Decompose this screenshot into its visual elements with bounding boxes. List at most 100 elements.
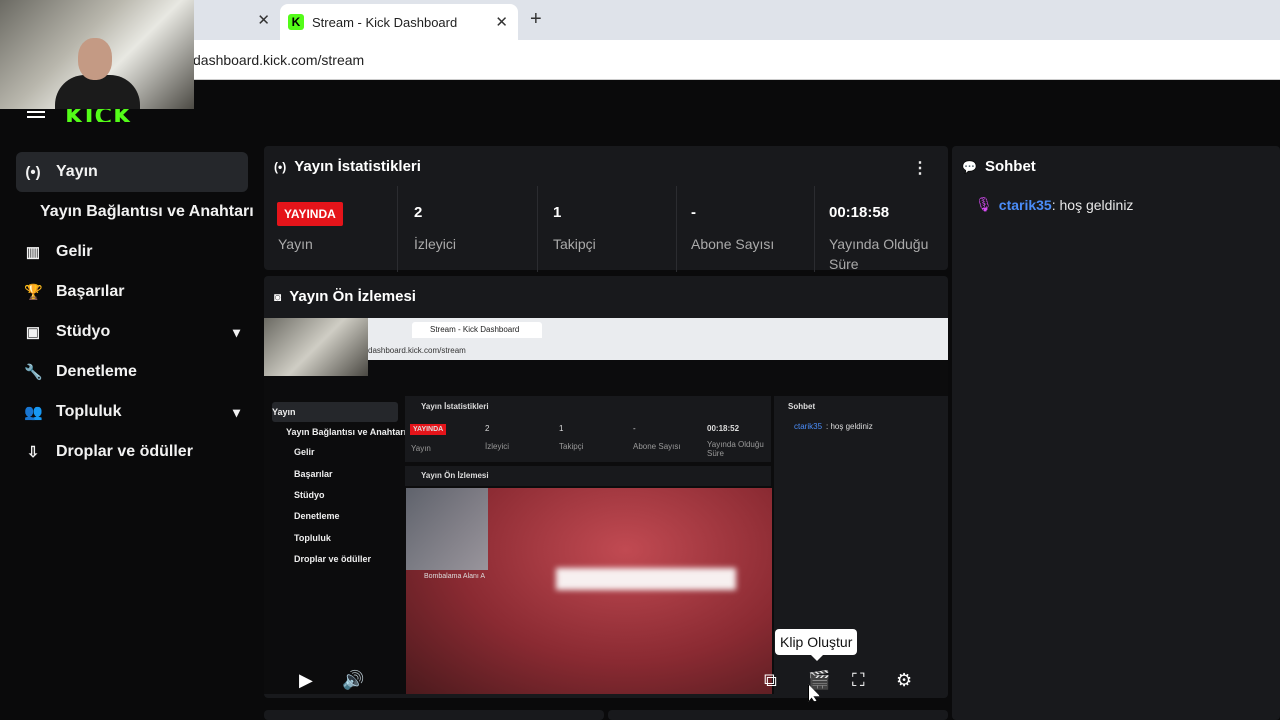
stat-duration: 00:18:58 Yayında Olduğu Süre xyxy=(815,186,948,272)
stat-value: - xyxy=(691,204,696,221)
browser-tab-active[interactable]: K Stream - Kick Dashboard ✕ xyxy=(280,4,518,40)
mini-viewers-label: İzleyici xyxy=(485,442,510,451)
chat-message: 🎙 ctarik35 : hoş geldiniz xyxy=(975,196,1133,213)
sidebar-item-label: Droplar ve ödüller xyxy=(56,443,193,460)
stat-stream: YAYINDA Yayın xyxy=(264,186,398,272)
microphone-icon: 🎙 xyxy=(975,196,993,212)
sidebar-item-label: Stüdyo xyxy=(56,323,111,340)
stat-label: Yayında Olduğu Süre xyxy=(829,236,929,272)
bottom-panel-right xyxy=(608,710,948,720)
stat-value: 2 xyxy=(414,204,423,221)
stat-viewers: 2 İzleyici xyxy=(400,186,538,272)
sidebar-item-label: Denetleme xyxy=(56,363,137,380)
new-tab-button[interactable]: + xyxy=(530,8,542,31)
mini-url: dashboard.kick.com/stream xyxy=(368,346,466,355)
mini-nav-item: Gelir xyxy=(294,447,315,457)
sidebar-item-droplar[interactable]: ⇩ Droplar ve ödüller xyxy=(16,432,248,472)
mini-followers-label: Takipçi xyxy=(559,442,584,451)
sidebar-item-label: Yayın xyxy=(56,163,98,180)
stat-value: 1 xyxy=(553,204,562,221)
more-options-icon[interactable]: ⋮ xyxy=(912,158,928,178)
mini-preview-title: Yayın Ön İzlemesi xyxy=(421,471,489,480)
sidebar-item-label: Başarılar xyxy=(56,283,125,300)
sidebar-item-label: Yayın Bağlantısı ve Anahtarı xyxy=(40,203,254,220)
broadcast-icon: (•) xyxy=(25,163,41,181)
mini-viewers: 2 xyxy=(485,424,490,433)
webcam-overlay xyxy=(0,0,194,109)
wrench-icon: 🔧 xyxy=(24,364,43,381)
chat-text: : hoş geldiniz xyxy=(1051,196,1134,213)
volume-icon[interactable]: 🔊 xyxy=(342,670,364,691)
player-controls: ▶ 🔊 ⧉ 🎬 ⛶ ⚙ xyxy=(264,664,948,696)
mini-stream-label: Yayın xyxy=(411,444,431,453)
sidebar-item-yayin[interactable]: (•) Yayın xyxy=(16,152,248,192)
stats-title: Yayın İstatistikleri xyxy=(294,158,421,175)
people-icon: 👥 xyxy=(24,404,43,421)
stat-value: 00:18:58 xyxy=(829,204,890,221)
studio-icon: ▣ xyxy=(25,324,41,341)
chart-icon: ▥ xyxy=(25,244,41,261)
sidebar-item-basarilar[interactable]: 🏆 Başarılar xyxy=(16,272,248,312)
game-caption: Bombalama Alanı A xyxy=(424,573,486,580)
preview-title: Yayın Ön İzlemesi xyxy=(289,288,416,305)
panel-title: ◙ Yayın Ön İzlemesi xyxy=(274,288,416,305)
fullscreen-icon[interactable]: ⛶ xyxy=(852,670,865,691)
mini-followers: 1 xyxy=(559,424,564,433)
close-icon[interactable]: ✕ xyxy=(495,13,508,31)
mini-nav-item: Başarılar xyxy=(294,469,333,479)
preview-icon: ◙ xyxy=(274,289,282,304)
panel-title: (•) Yayın İstatistikleri xyxy=(274,158,421,175)
mini-duration: 00:18:52 xyxy=(707,424,740,433)
mini-duration-label: Yayında Olduğu Süre xyxy=(707,440,764,458)
stat-label: İzleyici xyxy=(414,236,457,252)
sidebar-item-studyo[interactable]: ▣ Stüdyo ▾ xyxy=(16,312,248,352)
game-minimap xyxy=(406,488,488,570)
mini-webcam xyxy=(264,318,368,376)
chevron-down-icon[interactable]: ▾ xyxy=(233,404,240,421)
mini-chat-user: ctarik35 xyxy=(794,422,823,431)
stat-label: Takipçi xyxy=(553,236,596,252)
browser-tab-previous[interactable]: ✕ xyxy=(190,0,280,40)
game-banner xyxy=(556,568,736,590)
sidebar-item-stream-key[interactable]: Yayın Bağlantısı ve Anahtarı xyxy=(40,192,260,232)
mini-stats-title: Yayın İstatistikleri xyxy=(421,402,489,411)
mini-nav-item: Denetleme xyxy=(294,511,340,521)
sidebar-item-label: Gelir xyxy=(56,243,93,260)
kick-favicon-icon: K xyxy=(288,14,304,30)
stat-followers: 1 Takipçi xyxy=(539,186,677,272)
stat-subscribers: - Abone Sayısı xyxy=(677,186,815,272)
close-icon[interactable]: ✕ xyxy=(257,11,270,29)
mini-nav-item: Stüdyo xyxy=(294,490,325,500)
mini-nav-item: Droplar ve ödüller xyxy=(294,554,372,564)
picture-in-picture-icon[interactable]: ⧉ xyxy=(764,670,777,691)
tab-title: Stream - Kick Dashboard xyxy=(312,14,458,30)
stat-label: Abone Sayısı xyxy=(691,236,775,252)
play-icon[interactable]: ▶ xyxy=(299,670,313,691)
settings-gear-icon[interactable]: ⚙ xyxy=(896,670,912,691)
sidebar-item-denetleme[interactable]: 🔧 Denetleme xyxy=(16,352,248,392)
chat-panel: 💬 Sohbet xyxy=(952,146,1280,720)
panel-title: 💬 Sohbet xyxy=(962,158,1036,175)
mini-preview-panel: Yayın Ön İzlemesi xyxy=(405,466,771,486)
mini-subs: - xyxy=(633,424,636,433)
sidebar-item-label: Topluluk xyxy=(56,403,122,420)
mini-subs-label: Abone Sayısı xyxy=(633,442,681,451)
mini-chat-text: : hoş geldiniz xyxy=(826,422,873,431)
live-badge: YAYINDA xyxy=(277,202,343,226)
stat-label: Yayın xyxy=(278,236,313,252)
chevron-down-icon[interactable]: ▾ xyxy=(233,324,240,341)
trophy-icon: 🏆 xyxy=(24,284,43,301)
mini-nav-item: Yayın xyxy=(272,402,398,422)
mini-live-badge: YAYINDA xyxy=(410,424,447,435)
mini-nav-item: Topluluk xyxy=(294,533,331,543)
kick-logo[interactable]: KICK xyxy=(65,108,133,122)
sidebar-item-gelir[interactable]: ▥ Gelir xyxy=(16,232,248,272)
url-text[interactable]: dashboard.kick.com/stream xyxy=(193,52,364,68)
chat-bubble-icon: 💬 xyxy=(962,159,977,174)
mini-chat-title: Sohbet xyxy=(788,402,816,411)
stats-panel: (•) Yayın İstatistikleri ⋮ YAYINDA Yayın… xyxy=(264,146,948,272)
mini-nav-item: Yayın Bağlantısı ve Anahtarı xyxy=(286,427,407,437)
sidebar-item-topluluk[interactable]: 👥 Topluluk ▾ xyxy=(16,392,248,432)
bottom-panel-left xyxy=(264,710,604,720)
chat-username[interactable]: ctarik35 xyxy=(999,197,1052,213)
